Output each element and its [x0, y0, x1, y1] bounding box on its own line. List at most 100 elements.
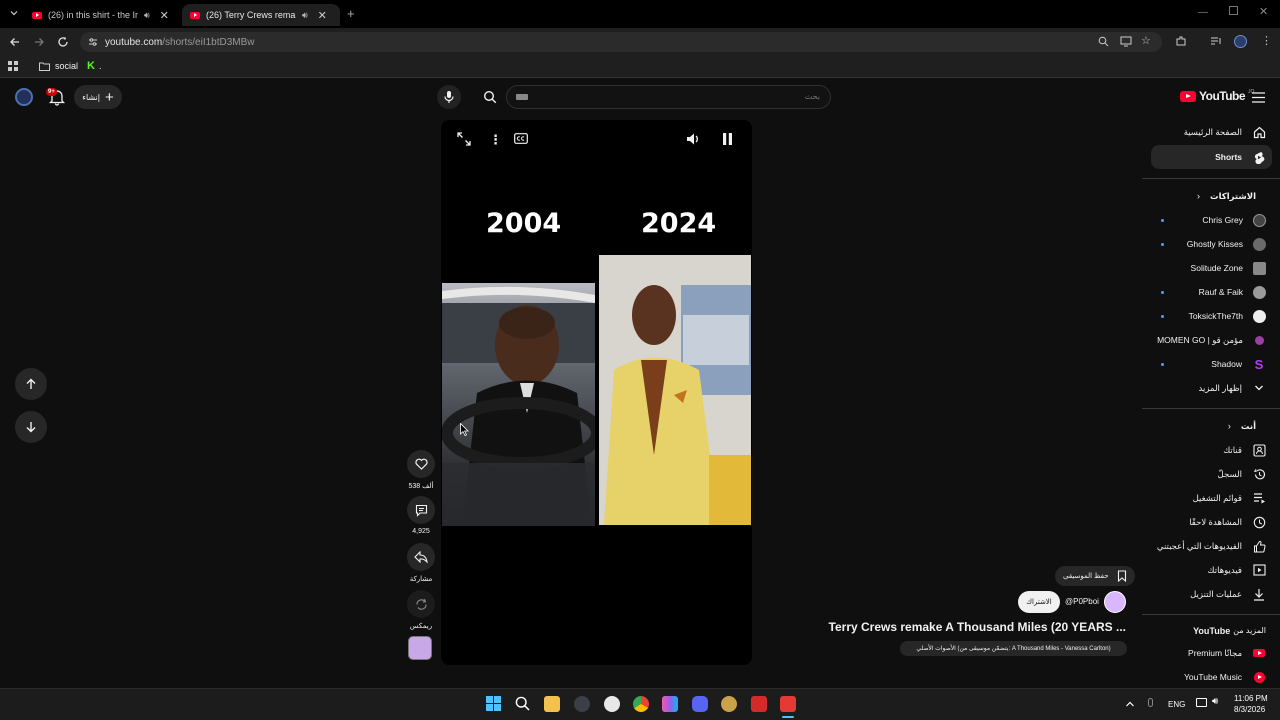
sidebar-item-liked-videos[interactable]: الفيديوهات التي أعجبتني [1150, 535, 1272, 557]
app-game-icon[interactable] [721, 696, 737, 712]
sidebar-you-header[interactable]: › أنت [1150, 415, 1272, 437]
browser-menu-icon[interactable]: ⋮ [1261, 34, 1272, 47]
reload-icon[interactable] [57, 36, 69, 48]
sidebar-item-premium[interactable]: Premium مجانًا [1150, 642, 1272, 664]
bookmark-star-icon[interactable]: ☆ [1141, 34, 1151, 47]
profile-avatar[interactable] [1234, 35, 1247, 48]
sidebar-item-label: قناتك [1223, 444, 1242, 455]
sidebar-item-subscription[interactable]: Ghostly Kisses [1150, 233, 1272, 255]
previous-short-button[interactable] [15, 368, 47, 400]
like-action[interactable]: 538 ألف [405, 450, 437, 490]
file-explorer-icon[interactable] [544, 696, 560, 712]
app-pen-icon[interactable] [604, 696, 620, 712]
volume-icon[interactable] [686, 132, 700, 146]
browser-tab-1[interactable]: (26) in this shirt - the Irrepr 🔊︎ ✕ [24, 4, 182, 26]
speaker-icon[interactable]: 🔊︎ [1212, 696, 1218, 707]
pause-icon[interactable] [722, 133, 733, 145]
close-window-icon[interactable]: ✕ [1259, 5, 1268, 18]
folder-icon [39, 62, 50, 71]
channel-avatar[interactable] [1104, 591, 1126, 613]
sidebar-show-more[interactable]: إظهار المزيد [1150, 377, 1272, 399]
search-placeholder: بحث [804, 92, 820, 101]
address-bar[interactable]: youtube.com/shorts/eiI1btD3MBw ☆ [80, 32, 1162, 52]
cast-icon[interactable] [1120, 36, 1132, 47]
tray-mic-icon[interactable] [1148, 698, 1153, 707]
share-action[interactable]: مشاركة [405, 543, 437, 583]
like-button[interactable] [407, 450, 435, 478]
maximize-icon[interactable] [1229, 6, 1238, 15]
sidebar-item-shorts[interactable]: Shorts [1151, 145, 1272, 169]
keyboard-icon[interactable] [516, 94, 528, 100]
extensions-icon[interactable] [1175, 35, 1187, 47]
voice-search-button[interactable] [437, 85, 461, 109]
create-button[interactable]: إنشاء + [74, 85, 122, 109]
sidebar-item-subscription[interactable]: Solitude Zone [1150, 257, 1272, 279]
section-title: أنت [1240, 420, 1256, 431]
save-music-button[interactable]: حفظ الموسيقى [1055, 566, 1135, 586]
close-tab-icon[interactable]: ✕ [318, 9, 327, 22]
back-icon[interactable] [9, 36, 21, 48]
fullscreen-icon[interactable] [457, 132, 471, 146]
taskbar-search-icon[interactable] [515, 696, 530, 711]
sidebar-subscriptions-header[interactable]: › الاشتراكات [1150, 185, 1272, 207]
forward-icon[interactable] [33, 36, 45, 48]
app-red-icon[interactable] [751, 696, 767, 712]
remix-button[interactable] [407, 590, 435, 618]
sidebar-item-subscription[interactable]: Rauf & Faik [1150, 281, 1272, 303]
sidebar-item-subscription[interactable]: MOMEN GO | مؤمن قو [1150, 329, 1272, 351]
next-short-button[interactable] [15, 411, 47, 443]
sidebar-item-watch-later[interactable]: المشاهدة لاحقًا [1150, 511, 1272, 533]
tray-chevron-up-icon[interactable] [1125, 700, 1135, 708]
subscribe-button[interactable]: الاشتراك [1018, 591, 1060, 613]
sidebar-item-youtube-music[interactable]: YouTube Music [1150, 666, 1272, 688]
bookmark-k[interactable]: K . [87, 60, 101, 72]
captions-icon[interactable] [514, 133, 528, 144]
remix-action[interactable]: ريمكس [405, 590, 437, 630]
app-settings-icon[interactable] [574, 696, 590, 712]
channel-handle[interactable]: @P0Pboi [1065, 597, 1099, 606]
apps-grid-icon[interactable] [8, 61, 19, 72]
sidebar-item-home[interactable]: الصفحة الرئيسية [1150, 121, 1272, 143]
minimize-icon[interactable]: — [1198, 7, 1208, 18]
sidebar-item-subscription[interactable]: Shadow S [1150, 353, 1272, 375]
video-title[interactable]: Terry Crews remake A Thousand Miles (20 … [829, 620, 1126, 634]
sidebar-item-history[interactable]: السجلّ [1150, 463, 1272, 485]
audio-pill[interactable]: الأصوات الأصلي (يتضمّن موسيقى من: A Thou… [900, 641, 1127, 656]
youtube-logo[interactable]: YouTube JO [1180, 89, 1254, 103]
tab-list-chevron-icon[interactable] [9, 8, 19, 18]
more-from-label: YouTube المزيد من [1193, 626, 1266, 636]
sidebar-item-subscription[interactable]: ToksickThe7th [1150, 305, 1272, 327]
sidebar-item-your-videos[interactable]: فيديوهاتك [1150, 559, 1272, 581]
sidebar-item-subscription[interactable]: Chris Grey [1150, 209, 1272, 231]
windows-start-icon[interactable] [486, 696, 501, 711]
media-control-icon[interactable] [1210, 35, 1222, 47]
hamburger-menu-icon[interactable] [1252, 92, 1265, 103]
new-tab-icon[interactable]: + [347, 6, 355, 21]
sidebar-item-your-channel[interactable]: قناتك [1150, 439, 1272, 461]
bookmark-social[interactable]: social [39, 61, 78, 71]
more-options-icon[interactable]: ⋮ [489, 132, 502, 148]
search-button[interactable] [472, 85, 508, 109]
app-active-red-icon[interactable] [780, 696, 796, 712]
site-info-icon[interactable] [88, 37, 98, 47]
browser-tab-2[interactable]: (26) Terry Crews remake A T 🔊︎ ✕ [182, 4, 340, 26]
account-avatar[interactable] [15, 88, 33, 106]
sidebar-item-playlists[interactable]: قوائم التشغيل [1150, 487, 1272, 509]
comment-action[interactable]: 4,925 [405, 496, 437, 535]
close-tab-icon[interactable]: ✕ [160, 9, 169, 22]
network-icon[interactable] [1196, 698, 1207, 707]
share-button[interactable] [407, 543, 435, 571]
sidebar-item-downloads[interactable]: عمليات التنزيل [1150, 583, 1272, 605]
clock-time[interactable]: 11:06 PM [1234, 694, 1268, 703]
clock-date[interactable]: 8/3/2026 [1234, 705, 1265, 714]
search-input[interactable]: بحث [506, 85, 831, 109]
bookmark-label: social [55, 61, 79, 71]
app-colorful-icon[interactable] [662, 696, 678, 712]
sound-source-thumbnail[interactable] [408, 636, 432, 660]
chrome-icon[interactable] [633, 696, 649, 712]
comment-button[interactable] [407, 496, 435, 524]
language-indicator[interactable]: ENG [1168, 700, 1185, 709]
more-from-brand: YouTube [1193, 626, 1231, 636]
discord-icon[interactable] [692, 696, 708, 712]
zoom-icon[interactable] [1098, 36, 1109, 47]
